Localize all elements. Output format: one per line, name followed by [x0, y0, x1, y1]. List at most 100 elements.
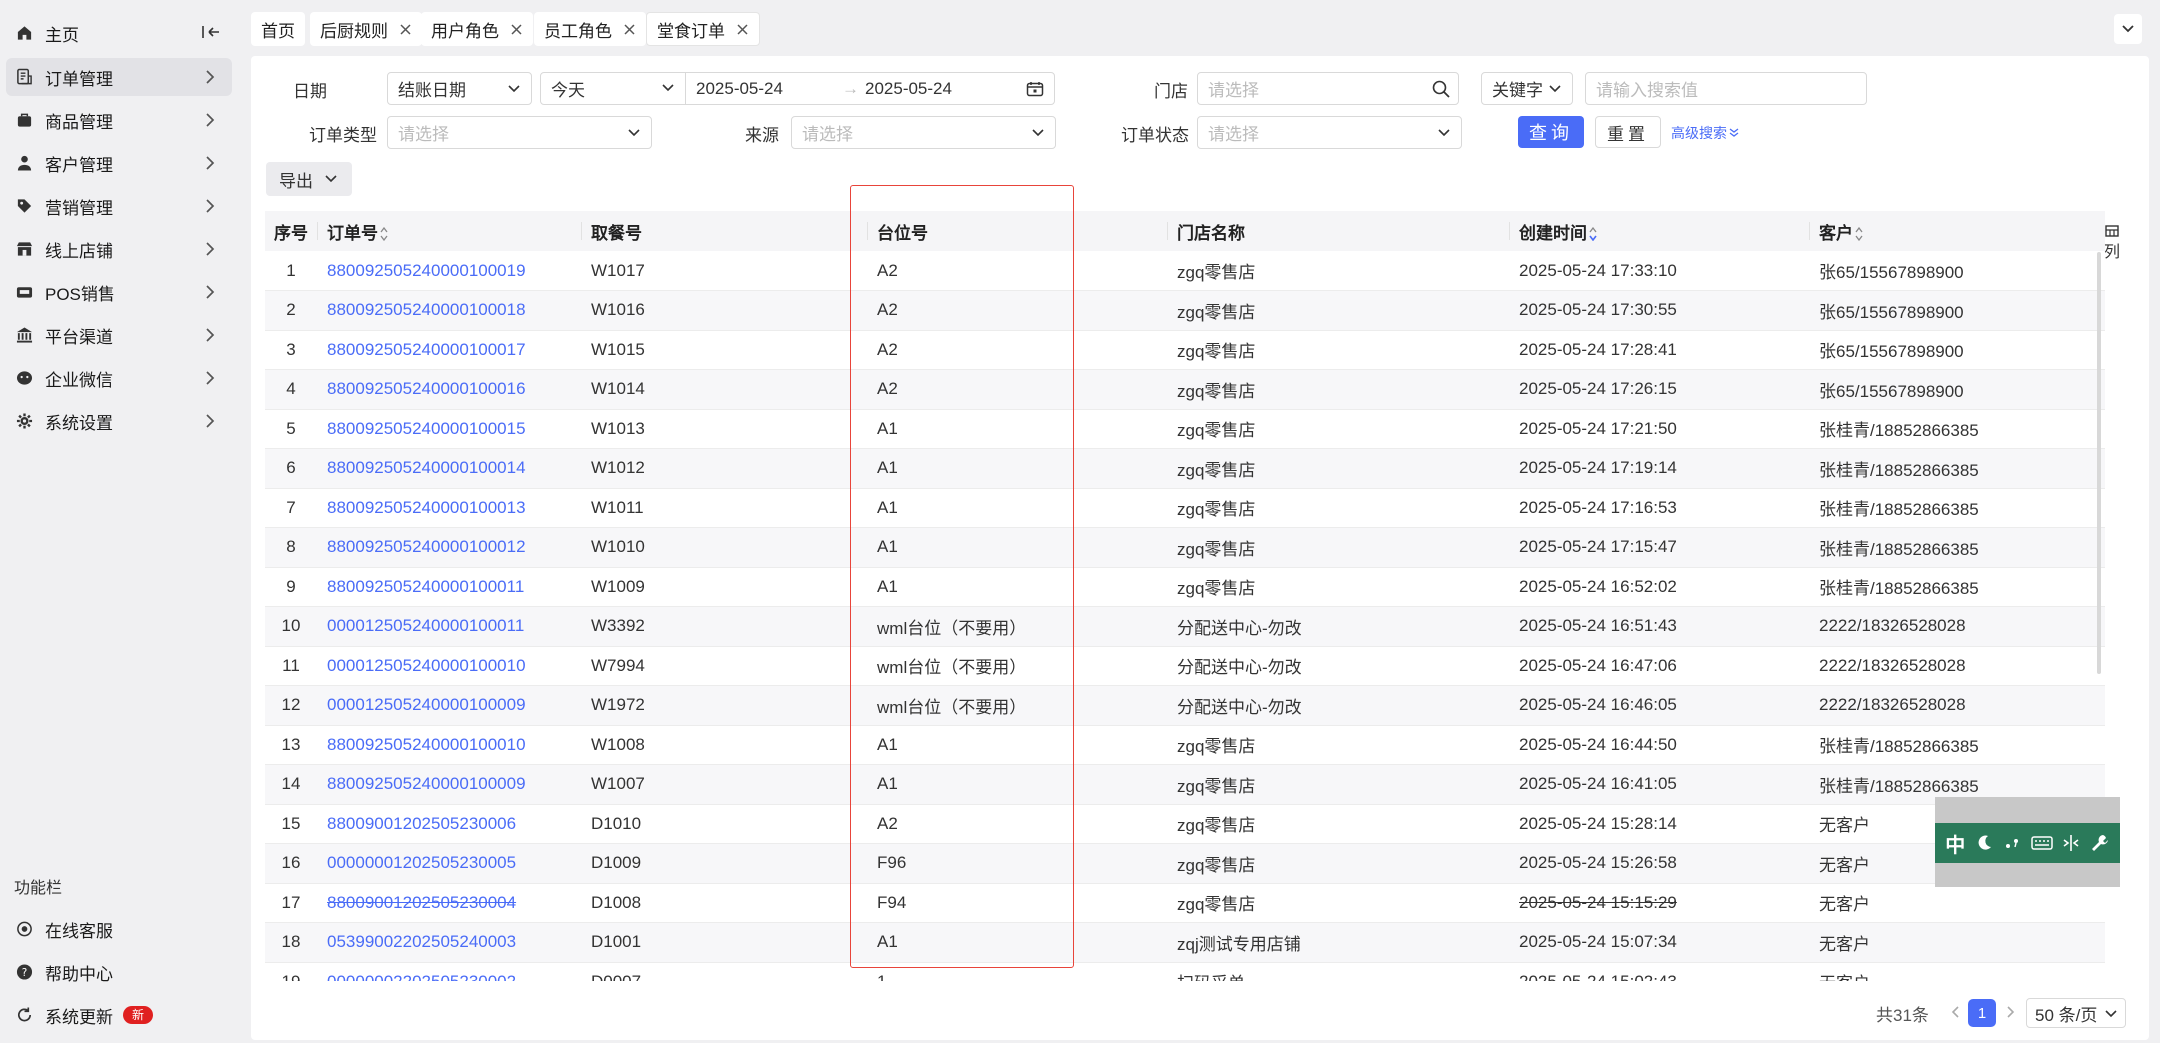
tab-0[interactable]: 首页	[251, 12, 305, 46]
order-number-cell[interactable]: 880092505240000100017	[317, 330, 581, 370]
sidebar-item-6[interactable]: POS销售	[6, 273, 232, 311]
function-item-1[interactable]: ? 帮助中心	[6, 953, 232, 991]
order-number-cell[interactable]: 880092505240000100011	[317, 567, 581, 607]
moon-icon[interactable]	[1974, 833, 1994, 853]
column-header-6[interactable]: 客户	[1809, 211, 2105, 251]
table-row[interactable]: 6 880092505240000100014 W1012 A1 zgq零售店 2025-…	[265, 448, 2105, 489]
order-number-link[interactable]: 000012505240000100011	[327, 616, 524, 635]
sidebar-item-0[interactable]: 主页	[6, 14, 232, 52]
order-type-select[interactable]: 请选择	[387, 116, 652, 149]
column-separator[interactable]	[1509, 222, 1510, 240]
order-number-cell[interactable]: 88009001202505230006	[317, 804, 581, 844]
order-number-link[interactable]: 880092505240000100019	[327, 261, 526, 280]
sidebar-item-5[interactable]: 线上店铺	[6, 230, 232, 268]
order-number-cell[interactable]: 000012505240000100010	[317, 646, 581, 686]
wrench-icon[interactable]	[2090, 833, 2110, 853]
order-number-link[interactable]: 880092505240000100013	[327, 498, 526, 517]
sidebar-item-1[interactable]: 订单管理	[6, 58, 232, 96]
order-number-cell[interactable]: 88009001202505230004	[317, 883, 581, 923]
reset-button[interactable]: 重置	[1595, 116, 1661, 148]
calendar-icon[interactable]	[1026, 81, 1044, 102]
store-select[interactable]: 请选择	[1197, 72, 1459, 105]
table-row[interactable]: 7 880092505240000100013 W1011 A1 zgq零售店 2025-…	[265, 488, 2105, 528]
table-row[interactable]: 8 880092505240000100012 W1010 A1 zgq零售店 2025-…	[265, 527, 2105, 568]
order-number-link[interactable]: 000012505240000100009	[327, 695, 526, 714]
table-row[interactable]: 2 880092505240000100018 W1016 A2 zgq零售店 2025-…	[265, 290, 2105, 331]
order-number-link[interactable]: 880092505240000100017	[327, 340, 526, 359]
order-number-link[interactable]: 880092505240000100009	[327, 774, 526, 793]
tab-3[interactable]: 员工角色	[534, 12, 646, 46]
page-size-select[interactable]: 50 条/页	[2026, 998, 2126, 1028]
sidebar-item-2[interactable]: 商品管理	[6, 101, 232, 139]
function-item-0[interactable]: 在线客服	[6, 910, 232, 948]
order-number-cell[interactable]: 880092505240000100019	[317, 251, 581, 291]
column-separator[interactable]	[581, 222, 582, 240]
close-icon[interactable]	[509, 22, 523, 36]
close-icon[interactable]	[735, 22, 749, 36]
order-number-cell[interactable]: 00000002202505230002	[317, 962, 581, 981]
table-row[interactable]: 17 88009001202505230004 D1008 F94 zgq零售店 2025…	[265, 883, 2105, 923]
table-row[interactable]: 11 000012505240000100010 W7994 wml台位（不要用） 分配…	[265, 646, 2105, 686]
order-number-cell[interactable]: 880092505240000100016	[317, 369, 581, 410]
start-date-input[interactable]: 2025-05-24	[696, 79, 836, 99]
order-number-link[interactable]: 00000001202505230005	[327, 853, 516, 872]
table-row[interactable]: 15 88009001202505230006 D1010 A2 zgq零售店 2025-…	[265, 804, 2105, 844]
order-number-link[interactable]: 880092505240000100011	[327, 577, 524, 596]
sort-icon[interactable]	[1853, 224, 1863, 243]
sidebar-item-7[interactable]: 平台渠道	[6, 316, 232, 354]
order-number-cell[interactable]: 000012505240000100011	[317, 606, 581, 647]
table-row[interactable]: 13 880092505240000100010 W1008 A1 zgq零售店 2025…	[265, 725, 2105, 765]
tabs-dropdown-button[interactable]	[2114, 14, 2142, 44]
table-row[interactable]: 12 000012505240000100009 W1972 wml台位（不要用） 分配…	[265, 685, 2105, 726]
ime-lang-toggle[interactable]: 中	[1945, 829, 1965, 858]
column-header-5[interactable]: 创建时间	[1509, 211, 1809, 251]
order-number-cell[interactable]: 880092505240000100014	[317, 448, 581, 489]
table-row[interactable]: 18 05399002202505240003 D1001 A1 zqj测试专用店铺 20…	[265, 922, 2105, 963]
order-number-link[interactable]: 880092505240000100014	[327, 458, 526, 477]
close-icon[interactable]	[622, 22, 636, 36]
order-number-link[interactable]: 88009001202505230004	[327, 893, 516, 912]
tab-4[interactable]: 堂食订单	[646, 12, 760, 46]
tab-1[interactable]: 后厨规则	[310, 12, 422, 46]
close-icon[interactable]	[398, 22, 412, 36]
keyword-type-select[interactable]: 关键字	[1481, 72, 1573, 105]
order-number-link[interactable]: 88009001202505230006	[327, 814, 516, 833]
column-separator[interactable]	[1167, 222, 1168, 240]
keyboard-icon[interactable]	[2031, 834, 2053, 852]
source-select[interactable]: 请选择	[791, 116, 1056, 149]
tab-2[interactable]: 用户角色	[421, 12, 533, 46]
order-number-cell[interactable]: 00000001202505230005	[317, 843, 581, 884]
next-page-button[interactable]	[2004, 1003, 2018, 1021]
column-separator[interactable]	[1809, 222, 1810, 240]
sidebar-item-8[interactable]: 企业微信	[6, 359, 232, 397]
prev-page-button[interactable]	[1948, 1003, 1962, 1021]
order-number-link[interactable]: 000012505240000100010	[327, 656, 526, 675]
sidebar-item-9[interactable]: 系统设置	[6, 402, 232, 440]
column-separator[interactable]	[317, 222, 318, 240]
vertical-scrollbar[interactable]	[2097, 252, 2101, 674]
table-row[interactable]: 3 880092505240000100017 W1015 A2 zgq零售店 2025-…	[265, 330, 2105, 370]
table-row[interactable]: 9 880092505240000100011 W1009 A1 zgq零售店 2025-…	[265, 567, 2105, 607]
export-button[interactable]: 导出	[266, 162, 352, 196]
date-type-select[interactable]: 结账日期	[387, 72, 532, 105]
sort-desc-icon[interactable]	[1587, 224, 1597, 243]
order-status-select[interactable]: 请选择	[1197, 116, 1462, 149]
order-number-cell[interactable]: 880092505240000100009	[317, 764, 581, 805]
sidebar-item-4[interactable]: 营销管理	[6, 187, 232, 225]
order-number-link[interactable]: 880092505240000100012	[327, 537, 526, 556]
order-number-link[interactable]: 00000002202505230002	[327, 972, 516, 981]
table-row[interactable]: 1 880092505240000100019 W1017 A2 zgq零售店 2025-…	[265, 251, 2105, 291]
split-icon[interactable]	[2061, 833, 2081, 853]
keyword-input[interactable]: 请输入搜索值	[1585, 72, 1867, 105]
table-row[interactable]: 5 880092505240000100015 W1013 A1 zgq零售店 2025-…	[265, 409, 2105, 449]
punct-icon[interactable]	[2002, 833, 2022, 853]
table-row[interactable]: 14 880092505240000100009 W1007 A1 zgq零售店 2025…	[265, 764, 2105, 805]
order-number-cell[interactable]: 880092505240000100012	[317, 527, 581, 568]
search-icon[interactable]	[1432, 80, 1450, 103]
query-button[interactable]: 查询	[1518, 116, 1584, 148]
advanced-search-link[interactable]: 高级搜索	[1671, 123, 1739, 143]
column-settings-button[interactable]: 列	[2101, 224, 2123, 264]
sidebar-item-3[interactable]: 客户管理	[6, 144, 232, 182]
current-page-button[interactable]: 1	[1968, 999, 1996, 1027]
order-number-cell[interactable]: 05399002202505240003	[317, 922, 581, 963]
